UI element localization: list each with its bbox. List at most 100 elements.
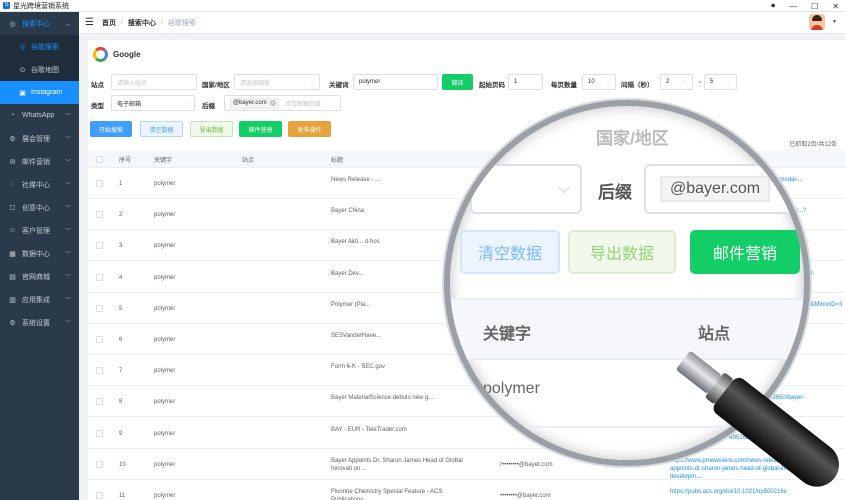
row-checkbox[interactable]	[96, 304, 103, 312]
cell-keyword: polymer	[154, 305, 176, 312]
chevron-down-icon: ﹀	[64, 137, 71, 143]
sidebar-group-label: 客户管理	[22, 227, 50, 235]
breadcrumb-search-center[interactable]: 搜索中心	[128, 18, 156, 28]
sidebar-group-5[interactable]: ☺ 客户管理 ﹀	[0, 219, 79, 242]
email-marketing-button[interactable]: 邮件营销	[239, 121, 282, 137]
translate-button[interactable]: 翻译	[442, 74, 473, 90]
tag-close-icon[interactable]: ✕	[269, 100, 276, 106]
th-keyword: 关键字	[154, 158, 173, 164]
avatar[interactable]	[809, 14, 825, 30]
title-bar: S 星光跨境营销系统 ⏺ — ☐ ✕	[0, 0, 845, 12]
cell-title: Fluorine Chemistry Special Feature - ACS…	[331, 489, 443, 500]
chevron-down-icon: ⌵	[605, 78, 610, 85]
sidebar-item-google-maps[interactable]: ⊙ 谷歌地图	[0, 58, 79, 81]
zoom-suffix-label: 后缀	[598, 183, 632, 202]
cell-index: 9	[119, 430, 123, 437]
zoom-country-select: ⌵	[470, 164, 582, 214]
chevron-down-icon: ﹀	[64, 275, 71, 281]
keyword-input[interactable]: polymer	[353, 74, 438, 90]
cell-keyword: polymer	[154, 430, 176, 437]
cell-keyword: polymer	[154, 337, 176, 343]
engine-header: Google	[93, 47, 141, 62]
social-icon: ◌	[10, 181, 15, 188]
cell-keyword: polymer	[154, 368, 176, 375]
row-checkbox[interactable]	[96, 211, 103, 219]
sidebar-group-8[interactable]: ▥ 应用集成 ﹀	[0, 288, 79, 311]
sidebar-group-label: WhatsApp	[22, 112, 55, 119]
instagram-icon: ▣	[19, 89, 26, 97]
suffix-input[interactable]: @bayer.com ✕ 添加邮箱后缀	[224, 95, 341, 111]
chevron-down-icon: ⌵	[726, 78, 731, 85]
chevron-up-icon: ︿	[64, 22, 71, 28]
th-index: 序号	[119, 158, 132, 164]
site-input[interactable]: 请输入站点	[111, 74, 197, 90]
per-page-select[interactable]: 10 ⌵	[582, 74, 616, 90]
row-checkbox[interactable]	[96, 336, 103, 343]
chevron-down-icon: ﹀	[64, 183, 71, 189]
close-icon[interactable]: ✕	[832, 2, 839, 11]
cell-index: 2	[119, 212, 123, 219]
sidebar-group-2[interactable]: ✉ 邮件营销 ﹀	[0, 150, 79, 173]
engine-name: Google	[113, 50, 141, 59]
chevron-down-icon: ⌵	[557, 180, 570, 197]
sidebar-group-0[interactable]: ◔ WhatsApp ﹀	[0, 104, 79, 127]
country-select[interactable]: 请选择国家 ⌵	[234, 74, 320, 90]
sidebar-group-search[interactable]: ◎ 搜索中心 ︿	[0, 12, 79, 35]
menu-toggle-icon[interactable]: ☰	[85, 17, 94, 28]
table-row: 11 polymer Fluorine Chemistry Special Feat…	[88, 480, 845, 500]
cell-keyword: polymer	[154, 181, 176, 187]
row-checkbox[interactable]	[96, 429, 103, 437]
zoom-clear-button: 清空数据	[460, 230, 560, 274]
cell-title: News Release - ...	[331, 177, 381, 183]
row-checkbox[interactable]	[96, 273, 103, 281]
row-checkbox[interactable]	[96, 492, 103, 499]
keyword-label: 关键词	[329, 82, 349, 89]
sidebar-group-7[interactable]: ▤ 官网商城 ﹀	[0, 265, 79, 288]
sidebar-group-label: 邮件营销	[22, 158, 50, 166]
zoom-suffix-input: @bayer.com	[644, 164, 804, 214]
chevron-down-icon: ⌵	[309, 78, 314, 85]
start-page-label: 起始页码	[479, 82, 505, 89]
cell-index: 5	[119, 305, 123, 312]
cell-title: Bayer Appoints Dr. Sharon James Head of …	[331, 457, 463, 472]
sidebar-group-label: 官网商城	[22, 273, 50, 281]
zoom-table-header: 关键字 站点	[450, 298, 804, 360]
minimize-icon[interactable]: —	[789, 2, 797, 11]
record-icon[interactable]: ⏺	[771, 1, 775, 11]
chevron-down-icon: ﹀	[64, 160, 71, 166]
breadcrumb-home[interactable]: 首页	[102, 18, 116, 28]
caret-down-icon[interactable]: ▼	[832, 19, 837, 25]
start-page-input[interactable]: 1	[508, 74, 543, 90]
sidebar-item-google-search[interactable]: ◎ 谷歌搜索	[0, 35, 79, 58]
more-actions-button[interactable]: 更多操作	[288, 121, 331, 137]
sidebar-group-9[interactable]: ⚙ 系统设置 ﹀	[0, 311, 79, 334]
interval-max-select[interactable]: 5 ⌵	[704, 74, 737, 90]
google-icon: ◎	[19, 43, 26, 51]
sidebar-group-3[interactable]: ◌ 社媒中心 ﹀	[0, 173, 79, 196]
sidebar-group-label: 应用集成	[22, 296, 50, 304]
type-select[interactable]: 电子邮箱 ⌵	[111, 95, 195, 111]
top-header: ☰ 首页 / 搜索中心 / 谷歌搜索 ▼	[79, 12, 845, 34]
mail-icon: ✉	[9, 158, 16, 166]
sidebar-group-4[interactable]: ☐ 创意中心 ﹀	[0, 196, 79, 219]
maximize-icon[interactable]: ☐	[811, 2, 818, 11]
sidebar-group-6[interactable]: ▦ 数据中心 ﹀	[0, 242, 79, 265]
sidebar-item-instagram[interactable]: ▣ Instagram	[0, 81, 79, 104]
type-label: 类型	[91, 103, 104, 110]
row-checkbox[interactable]	[96, 367, 103, 375]
interval-min-select[interactable]: 2 ⌵	[660, 74, 693, 90]
cell-index: 10	[119, 461, 126, 468]
interval-separator: ~	[698, 79, 702, 86]
sidebar-group-1[interactable]: ⚙ 展会管理 ﹀	[0, 127, 79, 150]
clear-data-button[interactable]: 清空数据	[140, 121, 183, 137]
start-search-button[interactable]: 开始搜索	[90, 121, 132, 137]
interval-label: 间隔（秒）	[621, 82, 654, 89]
row-checkbox[interactable]	[96, 242, 103, 250]
cell-url[interactable]: https://pubs.acs.org/doi/10.1021/op50021…	[670, 488, 820, 496]
row-checkbox[interactable]	[96, 398, 103, 406]
export-data-button[interactable]: 导出数据	[190, 121, 233, 137]
select-all-checkbox[interactable]	[96, 156, 103, 163]
row-checkbox[interactable]	[96, 180, 103, 187]
breadcrumb-current: 谷歌搜索	[167, 19, 196, 27]
row-checkbox[interactable]	[96, 460, 103, 468]
